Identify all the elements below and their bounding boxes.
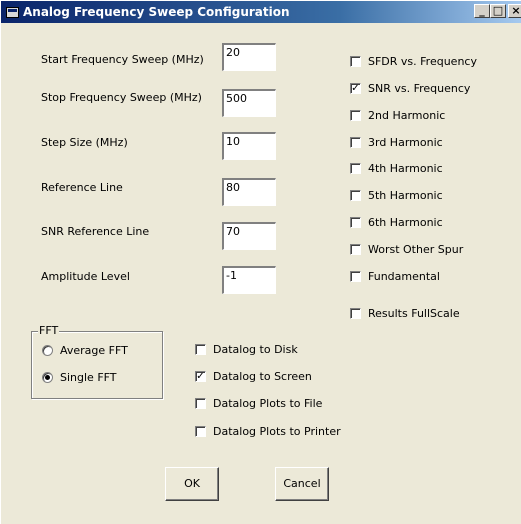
cancel-button[interactable]: Cancel bbox=[275, 467, 329, 501]
stop-frequency-label: Stop Frequency Sweep (MHz) bbox=[41, 91, 202, 104]
close-button[interactable]: × bbox=[508, 4, 521, 18]
amplitude-level-input[interactable]: -1 bbox=[222, 266, 276, 294]
datalog-to-disk-checkbox[interactable]: Datalog to Disk bbox=[195, 343, 298, 356]
radio-circle bbox=[42, 372, 53, 383]
4th-harmonic-checkbox[interactable]: 4th Harmonic bbox=[350, 162, 443, 175]
datalog-plots-to-file-checkbox[interactable]: Datalog Plots to File bbox=[195, 397, 322, 410]
snr-reference-line-input[interactable]: 70 bbox=[222, 222, 276, 250]
checkbox-label: Results FullScale bbox=[368, 307, 460, 320]
minimize-button[interactable]: _ bbox=[474, 4, 490, 18]
fft-group-legend: FFT bbox=[38, 324, 60, 337]
checkbox-box bbox=[350, 190, 361, 201]
checkbox-label: SFDR vs. Frequency bbox=[368, 55, 477, 68]
ok-button[interactable]: OK bbox=[165, 467, 219, 501]
checkbox-label: 3rd Harmonic bbox=[368, 136, 443, 149]
window-title: Analog Frequency Sweep Configuration bbox=[23, 5, 290, 19]
checkbox-box bbox=[350, 56, 361, 67]
datalog-to-screen-checkbox[interactable]: ✓ Datalog to Screen bbox=[195, 370, 312, 383]
fundamental-checkbox[interactable]: Fundamental bbox=[350, 270, 440, 283]
checkbox-label: Worst Other Spur bbox=[368, 243, 464, 256]
checkbox-label: Datalog to Screen bbox=[213, 370, 312, 383]
reference-line-input[interactable]: 80 bbox=[222, 178, 276, 206]
stop-frequency-input[interactable]: 500 bbox=[222, 89, 276, 117]
single-fft-radio[interactable]: Single FFT bbox=[42, 371, 117, 384]
amplitude-level-label: Amplitude Level bbox=[41, 270, 130, 283]
checkbox-label: 6th Harmonic bbox=[368, 216, 443, 229]
datalog-plots-to-printer-checkbox[interactable]: Datalog Plots to Printer bbox=[195, 425, 341, 438]
checkbox-label: SNR vs. Frequency bbox=[368, 82, 471, 95]
checkbox-label: Datalog to Disk bbox=[213, 343, 298, 356]
checkbox-box: ✓ bbox=[350, 83, 361, 94]
checkbox-box bbox=[350, 137, 361, 148]
title-bar[interactable]: Analog Frequency Sweep Configuration _ □… bbox=[1, 1, 521, 23]
3rd-harmonic-checkbox[interactable]: 3rd Harmonic bbox=[350, 136, 443, 149]
snr-vs-frequency-checkbox[interactable]: ✓ SNR vs. Frequency bbox=[350, 82, 470, 95]
fft-groupbox bbox=[31, 331, 163, 399]
app-window-icon bbox=[6, 6, 19, 18]
results-fullscale-checkbox[interactable]: Results FullScale bbox=[350, 307, 460, 320]
dialog-window: Analog Frequency Sweep Configuration _ □… bbox=[0, 0, 521, 524]
checkbox-box bbox=[195, 344, 206, 355]
snr-reference-line-label: SNR Reference Line bbox=[41, 225, 150, 238]
radio-label: Single FFT bbox=[60, 371, 117, 384]
checkbox-box bbox=[195, 398, 206, 409]
radio-circle bbox=[42, 345, 53, 356]
2nd-harmonic-checkbox[interactable]: 2nd Harmonic bbox=[350, 109, 445, 122]
checkbox-box bbox=[350, 244, 361, 255]
start-frequency-input[interactable]: 20 bbox=[222, 43, 276, 71]
checkbox-label: 4th Harmonic bbox=[368, 162, 443, 175]
start-frequency-label: Start Frequency Sweep (MHz) bbox=[41, 53, 204, 66]
checkbox-label: 5th Harmonic bbox=[368, 189, 443, 202]
checkbox-label: Fundamental bbox=[368, 270, 440, 283]
5th-harmonic-checkbox[interactable]: 5th Harmonic bbox=[350, 189, 443, 202]
step-size-input[interactable]: 10 bbox=[222, 132, 276, 160]
average-fft-radio[interactable]: Average FFT bbox=[42, 344, 128, 357]
checkbox-box: ✓ bbox=[195, 371, 206, 382]
checkbox-box bbox=[350, 308, 361, 319]
radio-label: Average FFT bbox=[60, 344, 128, 357]
checkbox-box bbox=[350, 217, 361, 228]
checkbox-label: Datalog Plots to File bbox=[213, 397, 323, 410]
checkbox-label: 2nd Harmonic bbox=[368, 109, 446, 122]
checkbox-box bbox=[350, 271, 361, 282]
maximize-button[interactable]: □ bbox=[490, 4, 506, 18]
sfdr-vs-frequency-checkbox[interactable]: SFDR vs. Frequency bbox=[350, 55, 477, 68]
step-size-label: Step Size (MHz) bbox=[41, 136, 128, 149]
checkbox-label: Datalog Plots to Printer bbox=[213, 425, 341, 438]
checkbox-box bbox=[350, 110, 361, 121]
worst-other-spur-checkbox[interactable]: Worst Other Spur bbox=[350, 243, 463, 256]
reference-line-label: Reference Line bbox=[41, 181, 123, 194]
checkbox-box bbox=[350, 163, 361, 174]
6th-harmonic-checkbox[interactable]: 6th Harmonic bbox=[350, 216, 443, 229]
checkbox-box bbox=[195, 426, 206, 437]
